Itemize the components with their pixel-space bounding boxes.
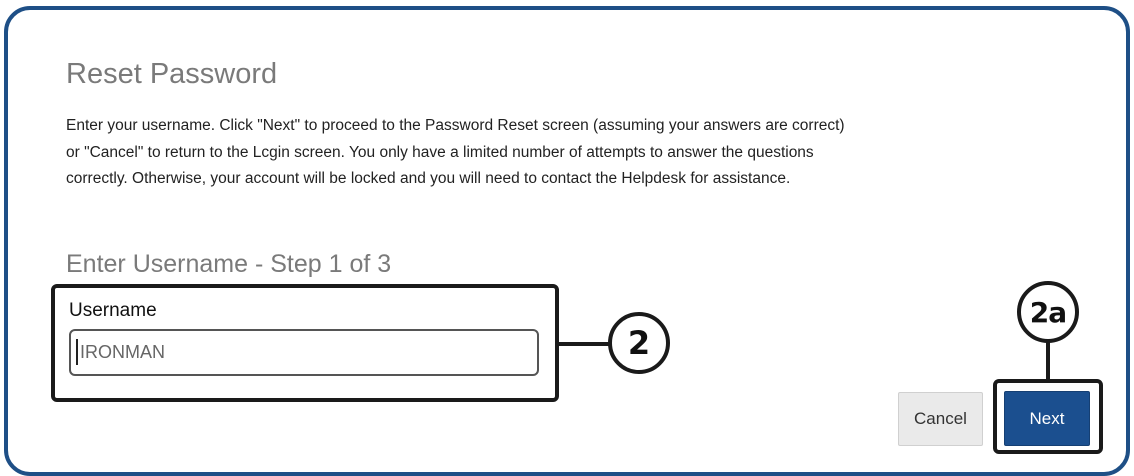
text-cursor xyxy=(76,339,78,365)
next-button[interactable]: Next xyxy=(1004,391,1090,446)
instructions-line: Enter your username. Click "Next" to pro… xyxy=(66,117,845,134)
instructions-line: or "Cancel" to return to the Lcgin scree… xyxy=(66,143,814,161)
instructions-line: correctly. Otherwise, your account will … xyxy=(66,170,791,187)
cancel-button[interactable]: Cancel xyxy=(898,392,983,446)
callout-marker-2: 2 xyxy=(608,312,670,374)
username-label: Username xyxy=(69,300,157,321)
callout-marker-2a: 2a xyxy=(1017,281,1079,343)
step-title: Enter Username - Step 1 of 3 xyxy=(66,250,392,278)
callout-connector-2a xyxy=(1046,342,1050,380)
callout-connector-2 xyxy=(559,342,609,346)
username-input[interactable] xyxy=(69,329,539,376)
page-title: Reset Password xyxy=(66,58,278,90)
instructions-text: Enter your username. Click "Next" to pro… xyxy=(66,113,1066,193)
